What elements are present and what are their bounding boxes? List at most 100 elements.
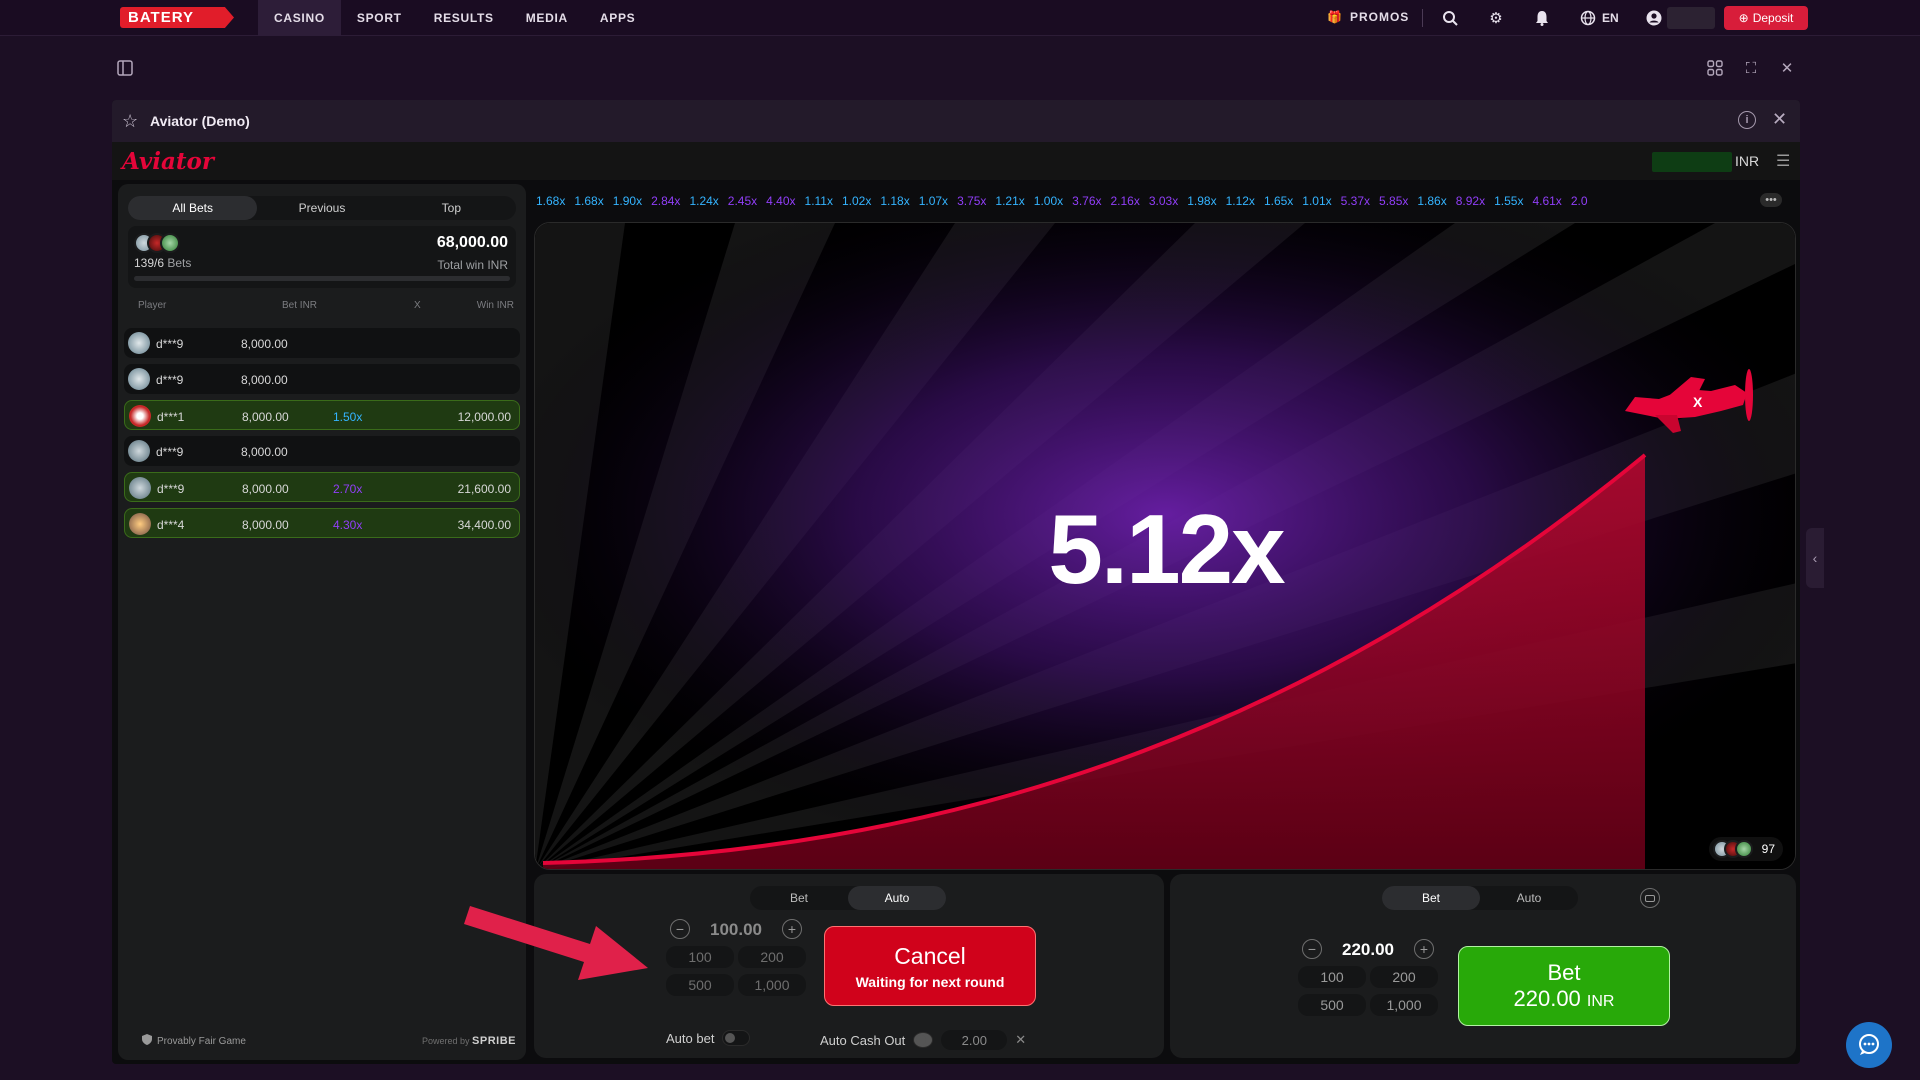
close-game-icon[interactable]: ✕ xyxy=(1772,109,1787,130)
favorite-star-icon[interactable]: ☆ xyxy=(122,111,138,132)
chevron-left-icon: ‹ xyxy=(1812,550,1818,566)
tab-top[interactable]: Top xyxy=(387,196,516,220)
nav-results[interactable]: RESULTS xyxy=(418,0,510,36)
history-multiplier[interactable]: 4.40x xyxy=(766,194,795,210)
history-multiplier[interactable]: 1.12x xyxy=(1226,194,1255,210)
user-icon[interactable] xyxy=(1644,8,1664,28)
bet-panel-1: Bet Auto − 100.00 + 100 200 500 1,000 Ca… xyxy=(534,874,1164,1058)
bet-amount-box: − 100.00 + xyxy=(666,916,806,942)
history-multiplier[interactable]: 1.90x xyxy=(613,194,642,210)
promos-link[interactable]: 🎁 PROMOS xyxy=(1327,10,1409,24)
history-multiplier[interactable]: 1.21x xyxy=(995,194,1024,210)
batery-logo[interactable]: BATERY xyxy=(120,7,234,28)
history-multiplier[interactable]: 1.00x xyxy=(1034,194,1063,210)
close-page-icon[interactable]: ✕ xyxy=(1777,58,1797,78)
cancel-button[interactable]: Cancel Waiting for next round xyxy=(824,926,1036,1006)
history-multiplier[interactable]: 5.37x xyxy=(1341,194,1370,210)
player-avatars xyxy=(134,233,180,253)
quick-bet-100[interactable]: 100 xyxy=(666,946,734,968)
gear-icon[interactable]: ⚙ xyxy=(1486,8,1506,28)
bell-icon[interactable] xyxy=(1532,8,1552,28)
fullscreen-icon[interactable]: ⛶ xyxy=(1741,58,1761,78)
nav-media[interactable]: MEDIA xyxy=(510,0,584,36)
provably-fair-link[interactable]: Provably Fair Game xyxy=(142,1034,246,1048)
promos-label: PROMOS xyxy=(1349,10,1410,24)
auto-cashout-input[interactable]: 2.00 xyxy=(941,1030,1008,1050)
history-multiplier[interactable]: 4.61x xyxy=(1532,194,1561,210)
auto-cashout-toggle[interactable] xyxy=(913,1032,934,1048)
sidebar-toggle-icon[interactable] xyxy=(115,58,135,78)
bets-list: d***9 8,000.00 d***9 8,000.00 d***1 8,00… xyxy=(124,328,520,544)
current-multiplier: 5.12x xyxy=(1048,494,1285,604)
clear-icon[interactable]: ✕ xyxy=(1015,1032,1026,1048)
col-bet: Bet INR xyxy=(282,300,318,311)
quick-bet-1000[interactable]: 1,000 xyxy=(738,974,806,996)
plus-icon[interactable]: + xyxy=(1414,939,1434,959)
tab-auto[interactable]: Auto xyxy=(1480,886,1578,910)
history-multiplier[interactable]: 1.18x xyxy=(880,194,909,210)
side-panel-handle[interactable]: ‹ xyxy=(1806,528,1824,588)
history-multiplier[interactable]: 1.55x xyxy=(1494,194,1523,210)
language-selector[interactable]: EN xyxy=(1580,10,1619,26)
history-multiplier[interactable]: 3.03x xyxy=(1149,194,1178,210)
history-multiplier[interactable]: 1.01x xyxy=(1302,194,1331,210)
quick-bet-500[interactable]: 500 xyxy=(666,974,734,996)
history-multiplier[interactable]: 2.45x xyxy=(728,194,757,210)
history-multiplier[interactable]: 8.92x xyxy=(1456,194,1485,210)
history-multiplier[interactable]: 1.11x xyxy=(805,194,833,210)
avatar xyxy=(1734,840,1753,858)
history-multiplier[interactable]: 1.98x xyxy=(1187,194,1216,210)
balance-display xyxy=(1652,152,1732,172)
plus-icon[interactable]: + xyxy=(782,919,802,939)
quick-bet-500[interactable]: 500 xyxy=(1298,994,1366,1016)
history-multiplier[interactable]: 2.84x xyxy=(651,194,680,210)
bet-label: Bet xyxy=(1547,960,1581,985)
search-icon[interactable] xyxy=(1440,8,1460,28)
quick-bet-100[interactable]: 100 xyxy=(1298,966,1366,988)
table-row: d***1 8,000.00 1.50x 12,000.00 xyxy=(124,400,520,430)
history-multiplier[interactable]: 2.0 xyxy=(1571,194,1588,210)
quick-bet-200[interactable]: 200 xyxy=(738,946,806,968)
bet-mode-tabs: Bet Auto xyxy=(750,886,946,910)
plus-circle-icon: ⊕ xyxy=(1738,11,1749,25)
history-multiplier[interactable]: 1.68x xyxy=(536,194,565,210)
tab-auto[interactable]: Auto xyxy=(848,886,946,910)
remove-panel-icon[interactable] xyxy=(1640,888,1660,908)
aviator-logo: Aviator xyxy=(122,148,214,175)
deposit-button[interactable]: ⊕ Deposit xyxy=(1724,6,1808,30)
chat-button[interactable] xyxy=(1846,1022,1892,1068)
history-multiplier[interactable]: 1.65x xyxy=(1264,194,1293,210)
game-title-bar: ☆ Aviator (Demo) i ✕ xyxy=(112,100,1800,142)
history-multiplier[interactable]: 1.07x xyxy=(919,194,948,210)
info-icon[interactable]: i xyxy=(1738,111,1756,129)
history-multiplier[interactable]: 2.16x xyxy=(1111,194,1140,210)
bet-button[interactable]: Bet 220.00 INR xyxy=(1458,946,1670,1026)
bet-amount: 8,000.00 xyxy=(241,373,288,387)
avatar xyxy=(129,477,151,499)
nav-apps[interactable]: APPS xyxy=(584,0,651,36)
history-multiplier[interactable]: 5.85x xyxy=(1379,194,1408,210)
nav-casino[interactable]: CASINO xyxy=(258,0,341,36)
nav-sport[interactable]: SPORT xyxy=(341,0,418,36)
bet-amount: 8,000.00 xyxy=(242,482,289,496)
history-multiplier[interactable]: 1.86x xyxy=(1417,194,1446,210)
history-multiplier[interactable]: 1.24x xyxy=(689,194,718,210)
auto-bet-toggle[interactable] xyxy=(722,1030,751,1046)
tab-previous[interactable]: Previous xyxy=(257,196,386,220)
tab-all-bets[interactable]: All Bets xyxy=(128,196,258,220)
grid-view-icon[interactable] xyxy=(1705,58,1725,78)
history-multiplier[interactable]: 1.68x xyxy=(574,194,603,210)
tab-bet[interactable]: Bet xyxy=(750,886,848,910)
history-multiplier[interactable]: 3.76x xyxy=(1072,194,1101,210)
win-amount: 21,600.00 xyxy=(457,482,511,496)
spribe-logo: SPRIBE xyxy=(472,1035,516,1047)
history-more-button[interactable]: ••• xyxy=(1760,193,1782,207)
user-balance[interactable] xyxy=(1667,7,1715,29)
quick-bet-200[interactable]: 200 xyxy=(1370,966,1438,988)
history-multiplier[interactable]: 3.75x xyxy=(957,194,986,210)
history-multiplier[interactable]: 1.02x xyxy=(842,194,871,210)
quick-bet-1000[interactable]: 1,000 xyxy=(1370,994,1438,1016)
tab-bet[interactable]: Bet xyxy=(1382,886,1480,910)
currency-label: INR xyxy=(1735,153,1760,169)
hamburger-menu-icon[interactable]: ☰ xyxy=(1776,151,1790,171)
